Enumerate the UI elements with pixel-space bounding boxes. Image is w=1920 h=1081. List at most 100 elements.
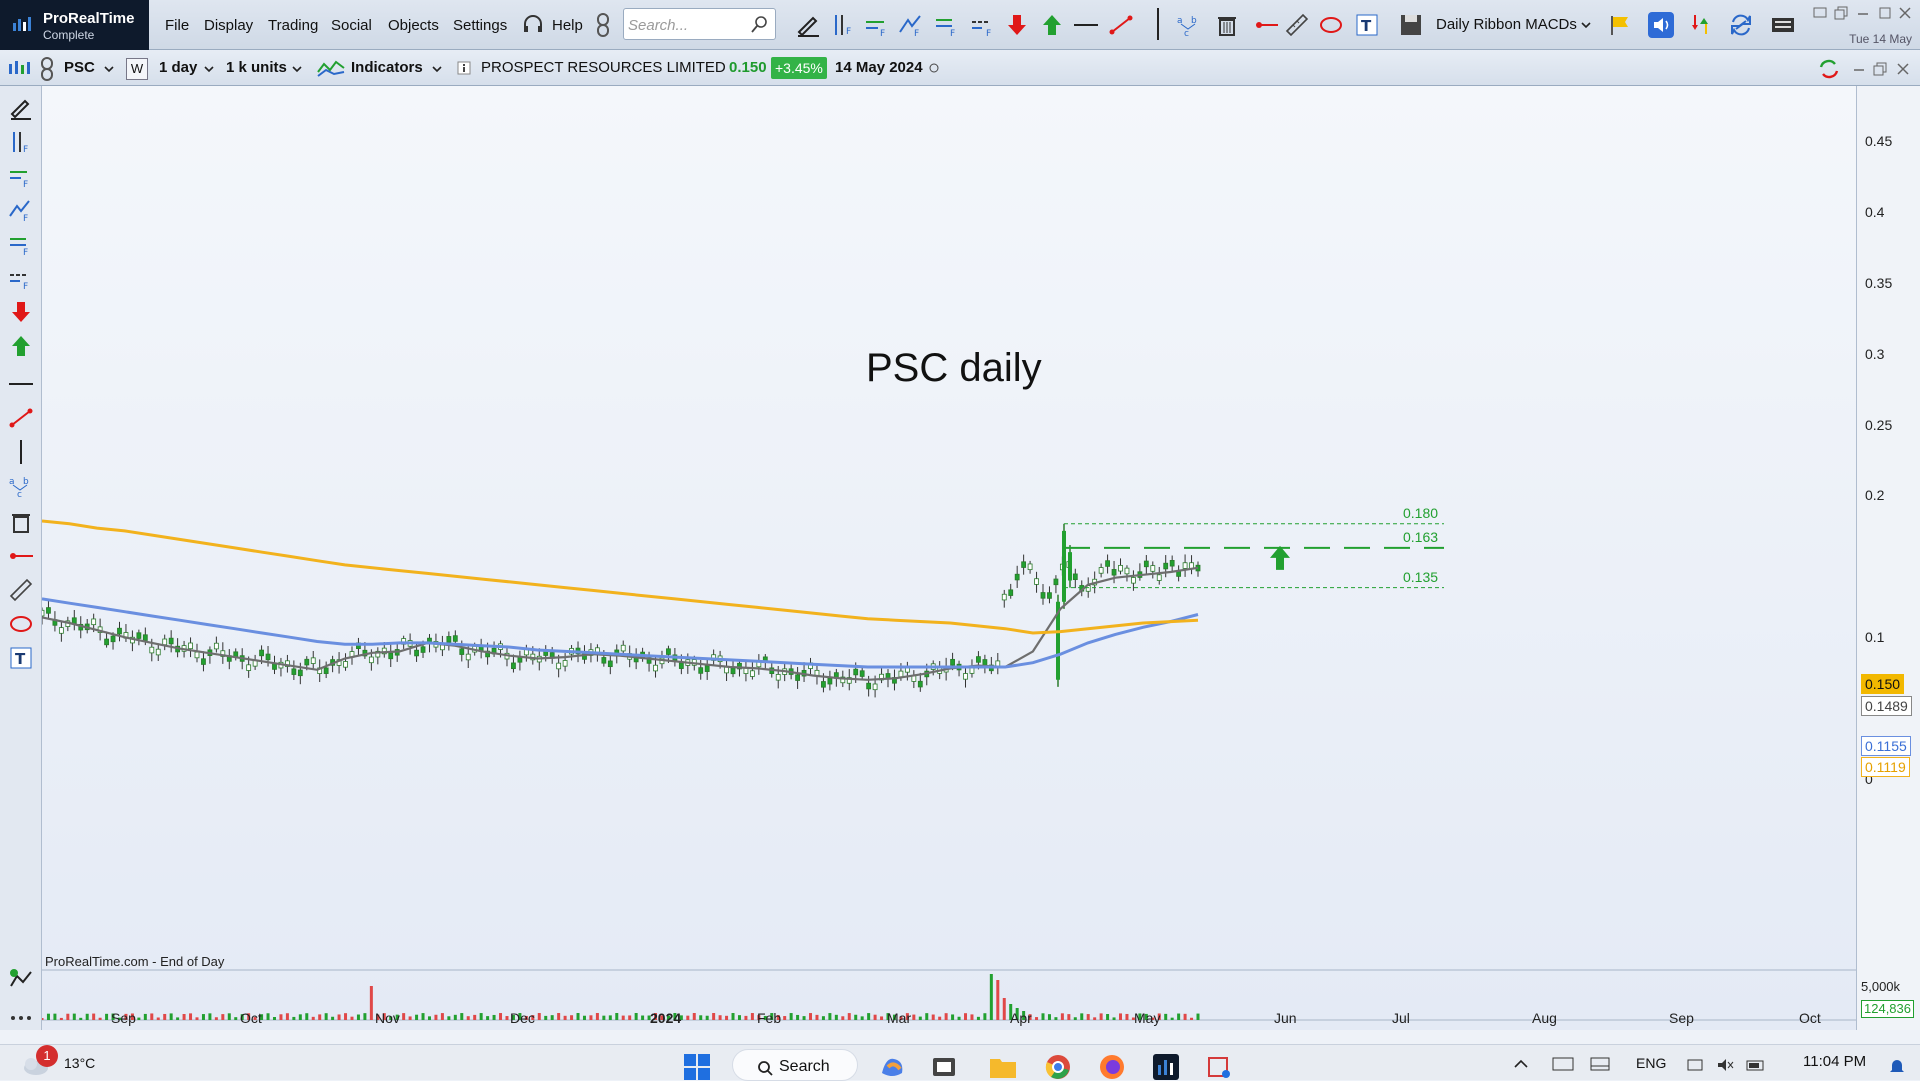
horizontal-line-icon[interactable] bbox=[1073, 12, 1099, 38]
segment-tool-icon[interactable] bbox=[9, 406, 33, 430]
horizontal-line-icon[interactable] bbox=[9, 372, 33, 396]
minimize-icon[interactable] bbox=[1856, 6, 1870, 20]
ruler-icon[interactable] bbox=[1284, 12, 1310, 38]
trash-icon[interactable] bbox=[1214, 12, 1240, 38]
menu-social[interactable]: Social bbox=[331, 17, 372, 34]
info-icon[interactable] bbox=[457, 61, 471, 75]
link-icon[interactable] bbox=[595, 12, 611, 38]
fibonacci-tool-icon[interactable]: F bbox=[934, 12, 960, 38]
snipping-tool-icon[interactable] bbox=[1206, 1053, 1234, 1081]
copilot-icon[interactable] bbox=[878, 1053, 908, 1081]
menu-trading[interactable]: Trading bbox=[268, 17, 318, 34]
chart-minimize-icon[interactable] bbox=[1852, 62, 1866, 76]
prorealtime-taskbar-icon[interactable] bbox=[1152, 1053, 1180, 1081]
language-indicator[interactable]: ENG bbox=[1636, 1055, 1666, 1071]
network-icon[interactable] bbox=[1686, 1057, 1704, 1073]
sync-icon[interactable] bbox=[1817, 58, 1841, 80]
vertical-line-icon[interactable] bbox=[9, 440, 33, 464]
pencil-icon[interactable] bbox=[795, 12, 821, 38]
chart-type-icon[interactable] bbox=[7, 58, 31, 78]
window-button[interactable]: W bbox=[126, 58, 148, 80]
layout-name[interactable]: Daily Ribbon MACDs bbox=[1436, 16, 1577, 33]
ticker-select[interactable]: PSC bbox=[60, 56, 99, 80]
screen-icon[interactable] bbox=[1813, 6, 1827, 20]
volume-muted-icon[interactable] bbox=[1716, 1057, 1734, 1073]
fibonacci-tool-icon[interactable]: F bbox=[9, 232, 33, 256]
dashed-line-tool-icon[interactable]: F bbox=[970, 12, 996, 38]
refresh-icon[interactable] bbox=[1728, 12, 1754, 38]
firefox-icon[interactable] bbox=[1098, 1053, 1126, 1081]
vertical-line-tool-icon[interactable]: F bbox=[830, 12, 856, 38]
ellipse-tool-icon[interactable] bbox=[1318, 12, 1344, 38]
horizontal-line-tool-icon[interactable]: F bbox=[9, 164, 33, 188]
text-tool-icon[interactable]: T bbox=[9, 646, 33, 670]
file-explorer-icon[interactable] bbox=[988, 1053, 1018, 1081]
taskview-icon[interactable] bbox=[930, 1053, 958, 1081]
link-icon-instrument[interactable] bbox=[40, 56, 54, 82]
more-options-icon[interactable] bbox=[9, 1002, 33, 1026]
headset-icon[interactable] bbox=[522, 14, 544, 36]
search-input[interactable]: Search... bbox=[623, 8, 776, 40]
indicator-manager-icon[interactable] bbox=[9, 968, 33, 992]
ellipse-tool-icon[interactable] bbox=[9, 612, 33, 636]
chrome-icon[interactable] bbox=[1044, 1053, 1072, 1081]
vertical-line-tool-icon[interactable]: F bbox=[9, 130, 33, 154]
up-arrow-icon[interactable] bbox=[9, 334, 33, 358]
windows-start-icon[interactable] bbox=[682, 1052, 712, 1080]
down-arrow-icon[interactable] bbox=[1004, 12, 1030, 38]
menu-settings[interactable]: Settings bbox=[453, 17, 507, 34]
chart-canvas[interactable] bbox=[42, 86, 1856, 1030]
horizontal-line-tool-icon[interactable]: F bbox=[864, 12, 890, 38]
ray-tool-icon[interactable] bbox=[9, 544, 33, 568]
ray-tool-icon[interactable] bbox=[1254, 12, 1280, 38]
taskbar-search[interactable]: Search bbox=[732, 1049, 858, 1081]
segment-tool-icon[interactable] bbox=[1108, 12, 1134, 38]
ruler-icon[interactable] bbox=[9, 578, 33, 602]
restore-icon[interactable] bbox=[1834, 6, 1848, 20]
down-arrow-icon[interactable] bbox=[9, 300, 33, 324]
indicators-button[interactable]: Indicators bbox=[347, 56, 427, 80]
trash-icon[interactable] bbox=[9, 510, 33, 534]
chart-restore-icon[interactable] bbox=[1873, 62, 1887, 76]
chevron-down-icon[interactable] bbox=[292, 64, 302, 74]
units-select[interactable]: 1 k units bbox=[222, 56, 291, 80]
volume-bar bbox=[912, 1014, 916, 1020]
chevron-down-icon[interactable] bbox=[1581, 20, 1591, 30]
trend-channel-tool-icon[interactable]: F bbox=[898, 12, 924, 38]
flag-icon[interactable] bbox=[1607, 12, 1633, 38]
text-tool-icon[interactable]: T bbox=[1354, 12, 1380, 38]
menu-display[interactable]: Display bbox=[204, 17, 253, 34]
pencil-icon[interactable] bbox=[9, 96, 33, 120]
trend-channel-tool-icon[interactable]: F bbox=[9, 198, 33, 222]
menu-file[interactable]: File bbox=[165, 17, 189, 34]
display-icon[interactable] bbox=[1590, 1057, 1610, 1071]
abc-text-tool-icon[interactable]: a bc bbox=[9, 474, 33, 498]
keyboard-icon[interactable] bbox=[1552, 1057, 1574, 1071]
price-chart[interactable]: PSC daily ProRealTime.com - End of Day 0… bbox=[42, 86, 1856, 1030]
sound-icon[interactable] bbox=[1648, 12, 1674, 38]
search-icon[interactable] bbox=[751, 15, 769, 33]
chevron-down-icon[interactable] bbox=[204, 64, 214, 74]
chart-close-icon[interactable] bbox=[1896, 62, 1910, 76]
chevron-down-icon[interactable] bbox=[104, 64, 114, 74]
indicators-icon[interactable] bbox=[316, 58, 346, 80]
menu-help[interactable]: Help bbox=[552, 17, 583, 34]
up-arrow-icon[interactable] bbox=[1039, 12, 1065, 38]
svg-text:F: F bbox=[846, 27, 851, 37]
x-tick-label: Aug bbox=[1532, 1010, 1557, 1026]
battery-icon[interactable] bbox=[1746, 1057, 1766, 1073]
keyboard-icon[interactable] bbox=[1770, 12, 1796, 38]
dashed-line-tool-icon[interactable]: F bbox=[9, 266, 33, 290]
menu-objects[interactable]: Objects bbox=[388, 17, 439, 34]
abc-text-tool-icon[interactable]: a bc bbox=[1176, 12, 1202, 38]
chevron-down-icon[interactable] bbox=[432, 64, 442, 74]
price-axis[interactable]: 0.450.40.350.30.250.20.10.050 0.150 0.14… bbox=[1856, 86, 1920, 1030]
alerts-icon[interactable] bbox=[1688, 12, 1714, 38]
chevron-up-icon[interactable] bbox=[1514, 1059, 1528, 1069]
buy-arrow-marker[interactable] bbox=[1270, 545, 1290, 570]
notifications-bell-icon[interactable] bbox=[1888, 1057, 1906, 1075]
maximize-icon[interactable] bbox=[1878, 6, 1892, 20]
timeframe-select[interactable]: 1 day bbox=[155, 56, 201, 80]
close-icon[interactable] bbox=[1898, 6, 1912, 20]
save-layout-icon[interactable] bbox=[1398, 12, 1424, 38]
